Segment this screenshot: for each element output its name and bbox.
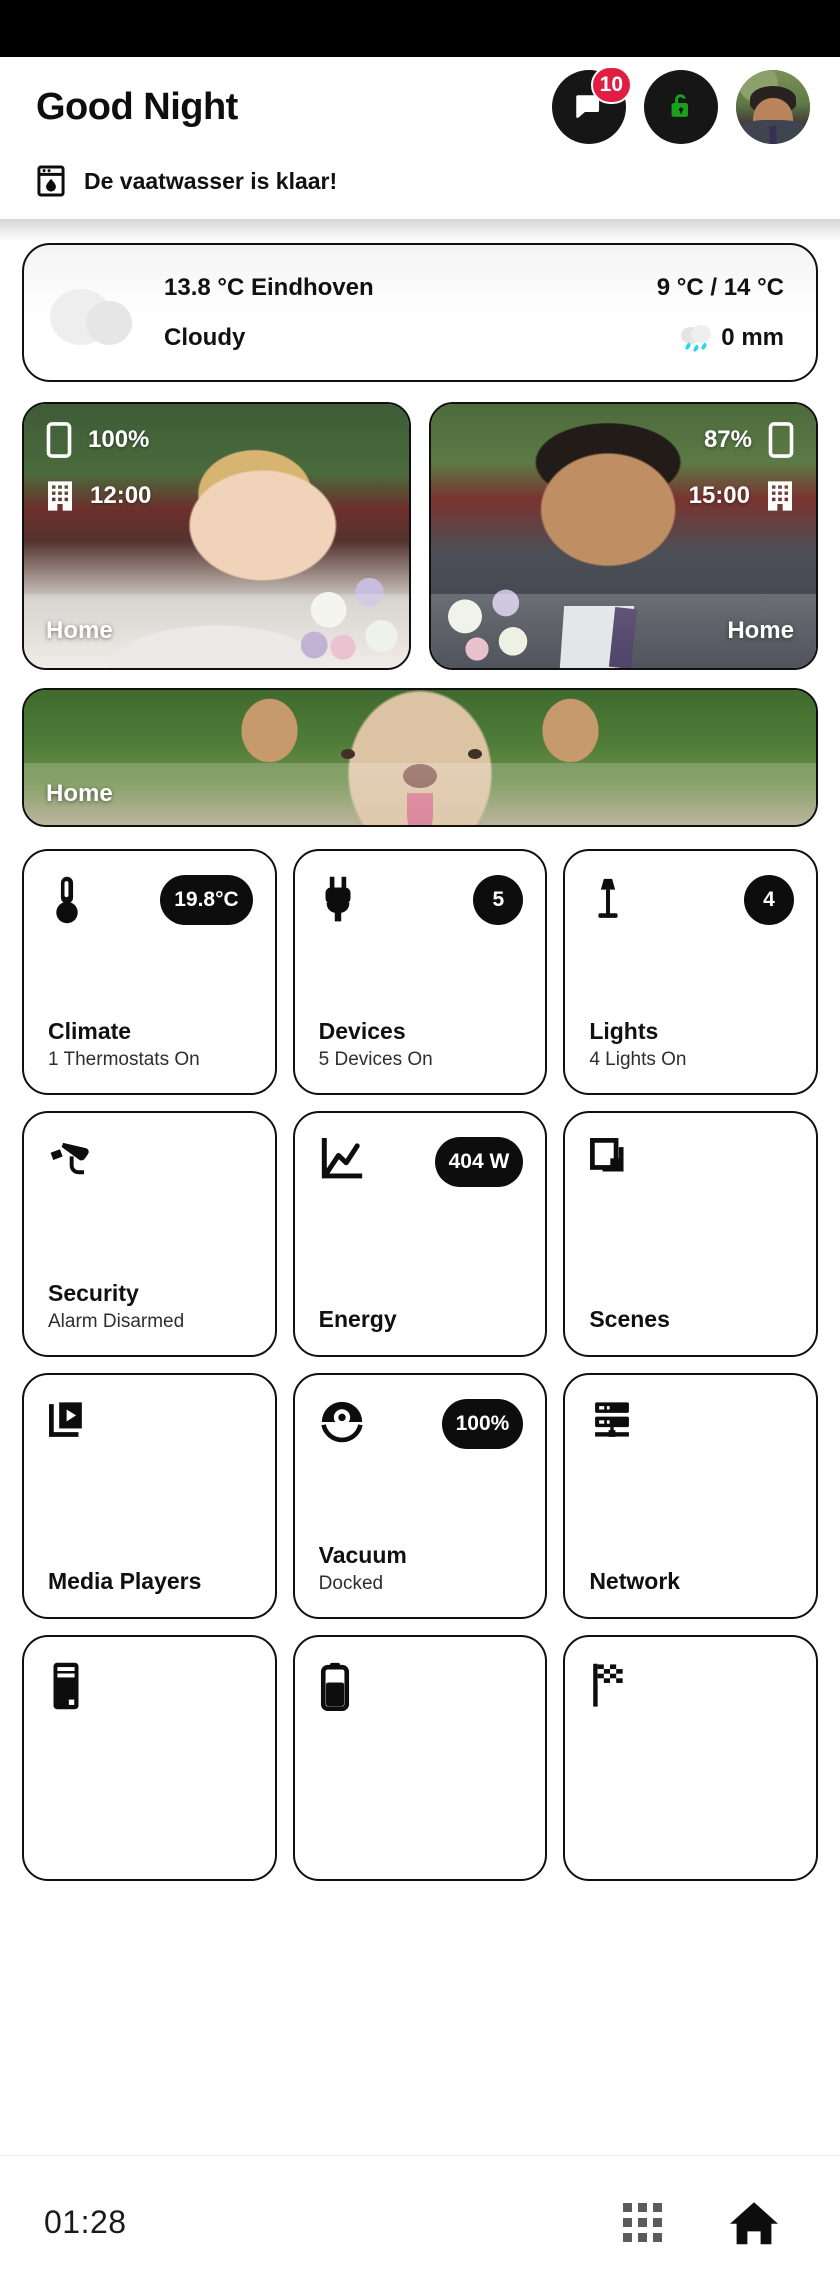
weather-precipitation-group: 0 mm [681,323,784,353]
tile-title: Devices [318,1018,406,1044]
tile-subtitle: 5 Devices On [318,1049,433,1070]
checkered-flag-icon [589,1661,631,1709]
layers-icon [589,1137,633,1181]
wide-card-name-strip: Home [24,763,816,825]
tile-title: Lights [589,1018,659,1044]
tile-title: Network [589,1568,681,1594]
robot-vacuum-icon [319,1399,365,1445]
weather-temperature-location: 13.8 °C Eindhoven [164,273,374,301]
power-plug-icon [319,875,357,925]
dishwasher-icon [36,165,66,197]
messages-button[interactable]: 10 [552,66,632,144]
floor-lamp-icon [589,875,627,925]
clock: 01:28 [44,2204,127,2240]
tile-title: Climate [48,1018,132,1044]
notification-strip[interactable]: De vaatwasser is klaar! [0,157,840,219]
tile-title: Energy [318,1306,397,1332]
tile-energy[interactable]: 404 W Energy [292,1111,548,1357]
tile-subtitle: 4 Lights On [589,1049,687,1070]
wide-person-card[interactable]: Home [22,688,818,827]
tile-lights[interactable]: 4 Lights 4 Lights On [563,849,818,1095]
tile-subtitle: Alarm Disarmed [48,1311,185,1332]
office-building-icon [46,480,74,512]
tile-title: Security [48,1280,139,1306]
tile-server-tower[interactable] [22,1635,277,1881]
rain-cloud-icon [681,324,712,353]
person-name-strip: Home [24,594,409,668]
energy-badge: 404 W [434,1137,524,1187]
tile-checkered-flag[interactable] [563,1635,818,1881]
tile-security[interactable]: Security Alarm Disarmed [22,1111,277,1357]
person-time: 12:00 [90,482,152,509]
lock-button[interactable] [644,70,718,144]
cctv-camera-icon [48,1137,94,1177]
status-bar [0,0,840,57]
lights-badge: 4 [743,875,794,925]
page-title: Good Night [36,85,238,128]
weather-high-low: 9 °C / 14 °C [656,273,784,301]
cloudy-icon [50,281,146,345]
server-tower-icon [48,1661,84,1711]
climate-badge: 19.8°C [160,875,253,925]
tile-climate[interactable]: 19.8°C Climate 1 Thermostats On [22,849,277,1095]
person-battery: 87% [703,426,752,453]
avatar-tie [769,126,777,144]
vacuum-badge: 100% [441,1399,524,1449]
weather-condition: Cloudy [164,323,246,351]
phone-icon [46,422,72,458]
tile-scenes[interactable]: Scenes [563,1111,818,1357]
tile-vacuum[interactable]: 100% Vacuum Docked [292,1373,548,1619]
tile-subtitle: 1 Thermostats On [48,1049,200,1070]
person-time: 15:00 [688,482,750,509]
person-battery: 100% [88,426,150,453]
tile-title: Scenes [589,1306,670,1332]
tiles-grid: 19.8°C Climate 1 Thermostats On 5 Device… [22,849,818,1881]
tile-title: Media Players [48,1568,202,1594]
weather-card[interactable]: 13.8 °C Eindhoven 9 °C / 14 °C Cloudy 0 … [22,243,818,382]
person-name: Home [727,617,794,644]
server-rack-icon [589,1399,635,1443]
messages-badge: 10 [590,66,632,104]
bottom-nav-actions [623,2199,780,2247]
header-actions: 10 [552,66,810,144]
bottom-navigation-bar: 01:28 [0,2155,840,2289]
phone-icon [768,422,794,458]
devices-badge: 5 [473,875,524,925]
tile-title: Vacuum [318,1542,407,1568]
notification-text: De vaatwasser is klaar! [84,167,338,194]
media-player-icon [48,1399,92,1443]
thermometer-icon [48,875,86,925]
home-icon[interactable] [728,2199,780,2247]
office-building-icon [766,480,794,512]
app-header: Good Night 10 [0,57,840,157]
tile-subtitle: Docked [318,1573,384,1594]
wide-card-name: Home [46,780,113,807]
weather-precipitation: 0 mm [721,323,784,351]
tile-battery[interactable] [292,1635,548,1881]
person-card[interactable]: 87% 15:00 Home [429,402,818,670]
tile-media-players[interactable]: Media Players [22,1373,277,1619]
dashboard-content: 13.8 °C Eindhoven 9 °C / 14 °C Cloudy 0 … [0,219,840,2055]
line-chart-icon [319,1137,365,1183]
tile-devices[interactable]: 5 Devices 5 Devices On [292,849,548,1095]
avatar[interactable] [736,70,810,144]
tile-network[interactable]: Network [563,1373,818,1619]
person-card[interactable]: 100% 12:00 Home [22,402,411,670]
person-cards: 100% 12:00 Home 87% 15:00 Home [22,402,818,670]
grid-apps-icon[interactable] [623,2203,662,2242]
battery-icon [319,1661,351,1711]
person-name: Home [46,617,113,644]
person-name-strip: Home [431,594,816,668]
unlocked-padlock-icon [663,89,699,125]
